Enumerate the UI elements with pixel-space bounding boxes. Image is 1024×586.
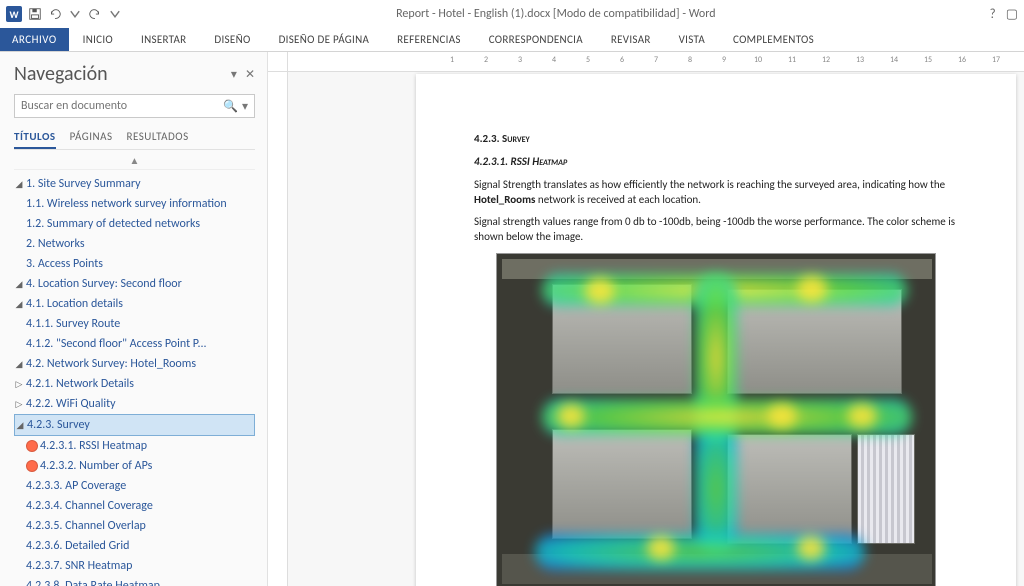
tree-item[interactable]: ◢4. Location Survey: Second floor — [14, 274, 255, 294]
chevron-icon[interactable]: ◢ — [15, 420, 25, 431]
heading-tree: ◢1. Site Survey Summary1.1. Wireless net… — [14, 170, 255, 586]
navtab-pages[interactable]: PÁGINAS — [70, 126, 113, 149]
navtab-results[interactable]: RESULTADOS — [127, 126, 189, 149]
horizontal-ruler[interactable]: 123456789101112131415161718 — [288, 52, 1024, 72]
subsection-heading: 4.2.3.1. RSSI Heatmap — [474, 155, 958, 170]
word-app-icon: W — [6, 6, 22, 22]
tab-references[interactable]: REFERENCIAS — [383, 28, 475, 51]
tree-item-label: 4.2.3. Survey — [27, 418, 90, 432]
chevron-icon[interactable]: ◢ — [14, 279, 24, 290]
tree-item-label: 4.2.3.1. RSSI Heatmap — [40, 439, 147, 453]
tab-view[interactable]: VISTA — [665, 28, 719, 51]
jump-top-icon[interactable]: ▲ — [14, 152, 255, 170]
chevron-icon[interactable]: ▷ — [14, 379, 24, 390]
tree-item-label: 4.2.1. Network Details — [26, 377, 134, 391]
tree-item[interactable]: ◢4.2. Network Survey: Hotel_Rooms — [14, 354, 255, 374]
tree-item-label: 4. Location Survey: Second floor — [26, 277, 182, 291]
tree-item-label: 1. Site Survey Summary — [26, 177, 141, 191]
body-paragraph-2: Signal strength values range from 0 db t… — [474, 215, 958, 245]
tree-item-label: 4.2.3.4. Channel Coverage — [26, 499, 153, 513]
tree-item[interactable]: 1.1. Wireless network survey information — [14, 194, 255, 214]
tree-item[interactable]: 3. Access Points — [14, 254, 255, 274]
tree-item[interactable]: 4.1.1. Survey Route — [14, 314, 255, 334]
tree-item-label: 4.1.1. Survey Route — [26, 317, 120, 331]
tree-item[interactable]: 4.2.3.2. Number of APs — [14, 456, 255, 476]
tree-item-label: 1.1. Wireless network survey information — [26, 197, 227, 211]
tab-file[interactable]: ARCHIVO — [0, 28, 69, 51]
section-heading: 4.2.3. Survey — [474, 132, 958, 147]
tab-review[interactable]: REVISAR — [597, 28, 665, 51]
undo-dropdown-icon[interactable] — [68, 7, 82, 21]
ribbon-options-icon[interactable]: ▢ — [1006, 7, 1018, 22]
ribbon-tabs: ARCHIVO INICIO INSERTAR DISEÑO DISEÑO DE… — [0, 28, 1024, 52]
help-icon[interactable]: ? — [990, 7, 996, 22]
title-bar: W Report - Hotel - English (1).docx [Mod… — [0, 0, 1024, 28]
chevron-icon[interactable]: ▷ — [14, 399, 24, 410]
tab-mailings[interactable]: CORRESPONDENCIA — [475, 28, 597, 51]
cursor-indicator-icon — [26, 460, 38, 472]
tree-item[interactable]: 4.2.3.5. Channel Overlap — [14, 516, 255, 536]
tree-item-label: 4.2.3.5. Channel Overlap — [26, 519, 146, 533]
tree-item[interactable]: 4.2.3.7. SNR Heatmap — [14, 556, 255, 576]
tree-item[interactable]: 4.2.3.8. Data Rate Heatmap — [14, 576, 255, 586]
tree-item[interactable]: 4.2.3.1. RSSI Heatmap — [14, 436, 255, 456]
tree-item-label: 4.2. Network Survey: Hotel_Rooms — [26, 357, 196, 371]
tree-item-label: 4.2.3.8. Data Rate Heatmap — [26, 579, 160, 586]
tree-item-label: 3. Access Points — [26, 257, 103, 271]
tree-item-label: 2. Networks — [26, 237, 85, 251]
tree-item-label: 1.2. Summary of detected networks — [26, 217, 200, 231]
rssi-heatmap-image — [496, 253, 936, 586]
tree-item-label: 4.2.2. WiFi Quality — [26, 397, 116, 411]
search-dropdown-icon[interactable]: ▾ — [242, 99, 248, 114]
window-title: Report - Hotel - English (1).docx [Modo … — [122, 7, 990, 21]
chevron-icon[interactable]: ◢ — [14, 179, 24, 190]
tab-insert[interactable]: INSERTAR — [127, 28, 200, 51]
nav-menu-icon[interactable]: ▾ — [231, 67, 237, 82]
qat-customize-icon[interactable] — [108, 7, 122, 21]
tree-item[interactable]: 4.2.3.4. Channel Coverage — [14, 496, 255, 516]
tab-addins[interactable]: COMPLEMENTOS — [719, 28, 828, 51]
tree-item-label: 4.2.3.2. Number of APs — [40, 459, 152, 473]
cursor-indicator-icon — [26, 440, 38, 452]
tree-item-label: 4.2.3.3. AP Coverage — [26, 479, 126, 493]
tree-item-label: 4.1.2. "Second floor" Access Point P... — [26, 337, 207, 351]
tree-item[interactable]: 4.2.3.3. AP Coverage — [14, 476, 255, 496]
tree-item-label: 4.2.3.6. Detailed Grid — [26, 539, 129, 553]
tree-item[interactable]: 4.2.3.6. Detailed Grid — [14, 536, 255, 556]
tree-item[interactable]: 1.2. Summary of detected networks — [14, 214, 255, 234]
nav-tabs: TÍTULOS PÁGINAS RESULTADOS — [14, 126, 255, 150]
tree-item[interactable]: 2. Networks — [14, 234, 255, 254]
nav-close-icon[interactable]: ✕ — [245, 67, 255, 82]
tree-item[interactable]: ▷4.2.1. Network Details — [14, 374, 255, 394]
ruler-corner — [268, 52, 288, 72]
save-icon[interactable] — [28, 7, 42, 21]
redo-icon[interactable] — [88, 7, 102, 21]
tab-pagelayout[interactable]: DISEÑO DE PÁGINA — [265, 28, 384, 51]
tab-home[interactable]: INICIO — [69, 28, 127, 51]
nav-search[interactable]: 🔍 ▾ — [14, 94, 255, 118]
document-page[interactable]: 4.2.3. Survey 4.2.3.1. RSSI Heatmap Sign… — [416, 74, 1016, 586]
tab-design[interactable]: DISEÑO — [200, 28, 264, 51]
chevron-icon[interactable]: ◢ — [14, 359, 24, 370]
vertical-ruler[interactable] — [268, 72, 288, 586]
tree-item-label: 4.1. Location details — [26, 297, 123, 311]
undo-icon[interactable] — [48, 7, 62, 21]
chevron-icon[interactable]: ◢ — [14, 299, 24, 310]
nav-title: Navegación — [14, 62, 108, 86]
navtab-titles[interactable]: TÍTULOS — [14, 126, 56, 149]
nav-search-input[interactable] — [21, 99, 223, 113]
tree-item[interactable]: ◢4.1. Location details — [14, 294, 255, 314]
document-area[interactable]: 123456789101112131415161718 4.2.3. Surve… — [268, 52, 1024, 586]
tree-item[interactable]: ◢4.2.3. Survey — [14, 414, 255, 436]
body-paragraph-1: Signal Strength translates as how effici… — [474, 178, 958, 208]
navigation-pane: Navegación ▾ ✕ 🔍 ▾ TÍTULOS PÁGINAS RESUL… — [0, 52, 268, 586]
tree-item[interactable]: ◢1. Site Survey Summary — [14, 174, 255, 194]
tree-item-label: 4.2.3.7. SNR Heatmap — [26, 559, 132, 573]
tree-item[interactable]: ▷4.2.2. WiFi Quality — [14, 394, 255, 414]
search-icon[interactable]: 🔍 — [223, 99, 238, 114]
tree-item[interactable]: 4.1.2. "Second floor" Access Point P... — [14, 334, 255, 354]
